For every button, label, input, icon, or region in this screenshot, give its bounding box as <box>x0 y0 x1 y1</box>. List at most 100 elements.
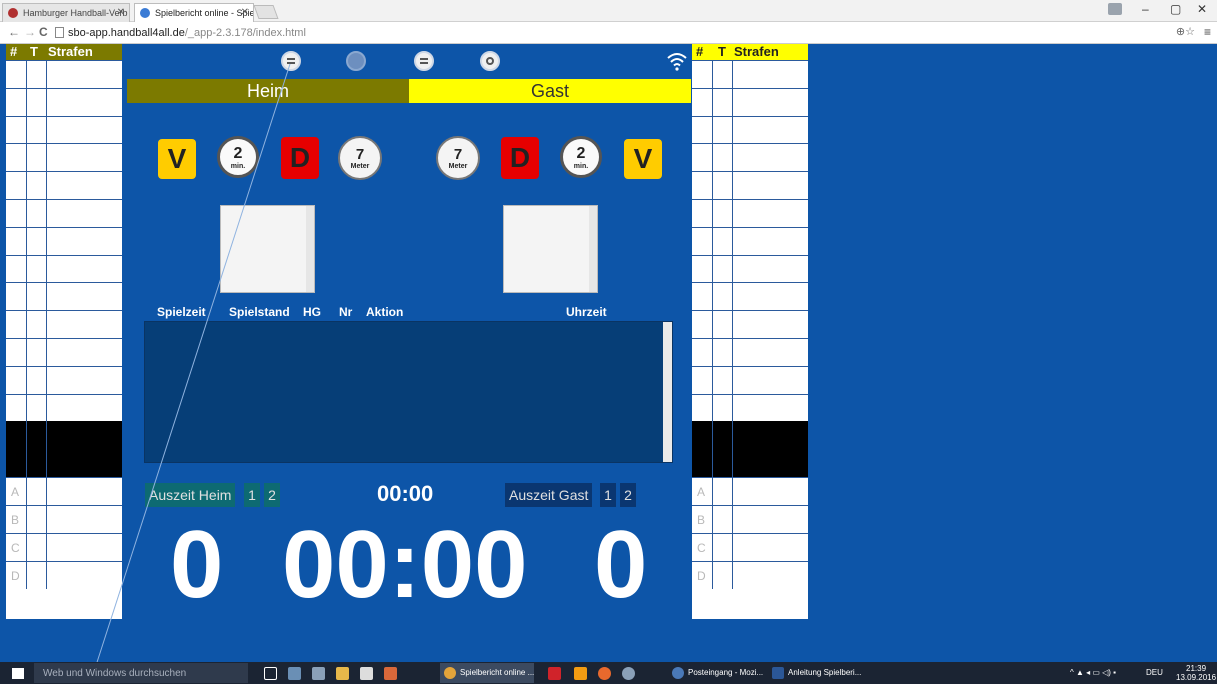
firefox-icon[interactable] <box>598 667 611 680</box>
player-row[interactable] <box>6 365 122 394</box>
vlc-icon[interactable] <box>574 667 587 680</box>
address-bar: ← → C sbo-app.handball4all.de/_app-2.3.1… <box>0 22 1217 44</box>
user-profile-icon[interactable] <box>1108 3 1122 15</box>
official-row[interactable]: C <box>6 532 122 561</box>
official-row[interactable]: A <box>692 477 808 506</box>
home-disqualification-button[interactable]: D <box>281 137 319 179</box>
official-row[interactable]: B <box>6 505 122 533</box>
minimize-button[interactable]: – <box>1142 2 1149 16</box>
store-icon[interactable] <box>360 667 373 680</box>
player-row[interactable] <box>692 198 808 227</box>
official-row[interactable]: D <box>692 560 808 589</box>
back-arrow-icon[interactable]: ← <box>8 25 20 39</box>
player-row[interactable] <box>692 171 808 199</box>
player-row[interactable] <box>6 143 122 172</box>
task-view-icon[interactable] <box>264 667 277 680</box>
player-row[interactable] <box>692 337 808 366</box>
taskbar-app-thunderbird[interactable]: Posteingang - Mozi... <box>668 663 768 683</box>
player-row[interactable] <box>6 337 122 366</box>
log-col-hg: HG <box>303 305 321 319</box>
scrollbar[interactable] <box>663 322 672 462</box>
guest-seven-meter-button[interactable]: 7 Meter <box>436 136 480 180</box>
player-row[interactable] <box>6 393 122 422</box>
app-icon[interactable] <box>384 667 397 680</box>
scrollbar[interactable] <box>306 206 314 292</box>
scrollbar[interactable] <box>589 206 597 292</box>
home-seven-meter-button[interactable]: 7 Meter <box>338 136 382 180</box>
player-row[interactable] <box>692 365 808 394</box>
official-row[interactable]: B <box>692 505 808 533</box>
taskbar-app-word[interactable]: Anleitung Spielberi... <box>768 663 868 683</box>
log-col-spielstand: Spielstand <box>229 305 290 319</box>
reload-icon[interactable]: C <box>39 25 48 39</box>
home-score: 0 <box>170 511 224 618</box>
player-row[interactable] <box>6 87 122 116</box>
home-two-minute-button[interactable]: 2 min. <box>217 136 259 178</box>
forward-arrow-icon[interactable]: → <box>24 25 36 39</box>
player-row[interactable] <box>692 393 808 422</box>
player-row[interactable] <box>6 60 122 88</box>
home-timeout-1-button[interactable]: 1 <box>244 483 260 507</box>
file-explorer-icon[interactable] <box>336 667 349 680</box>
guest-warning-button[interactable]: V <box>624 139 662 179</box>
url-field[interactable]: sbo-app.handball4all.de/_app-2.3.178/ind… <box>68 27 306 39</box>
official-letter: D <box>11 568 20 583</box>
app-icon[interactable] <box>312 667 325 680</box>
taskbar-app-chrome[interactable]: Spielbericht online ... <box>440 663 534 683</box>
player-row[interactable] <box>6 115 122 144</box>
app-icon[interactable] <box>288 667 301 680</box>
tab-hamburger-handball[interactable]: Hamburger Handball-Verb ✕ <box>2 3 130 22</box>
restore-button[interactable]: ▢ <box>1170 2 1181 16</box>
player-row[interactable] <box>692 282 808 311</box>
official-letter: C <box>11 540 20 555</box>
game-clock[interactable]: 00:00 <box>282 510 528 620</box>
windows-start-icon[interactable] <box>12 668 24 679</box>
event-log[interactable] <box>144 321 673 463</box>
home-player-list[interactable] <box>220 205 315 293</box>
guest-two-minute-button[interactable]: 2 min. <box>560 136 602 178</box>
guest-timeout-1-button[interactable]: 1 <box>600 483 616 507</box>
player-row[interactable] <box>6 226 122 255</box>
tray-icons[interactable]: ^ ▲ ◂ ▭ ◁) ▪ <box>1070 662 1116 684</box>
guest-team-bar[interactable]: Gast <box>409 79 691 103</box>
close-window-button[interactable]: ✕ <box>1197 2 1207 16</box>
guest-disqualification-button[interactable]: D <box>501 137 539 179</box>
guest-table-header: # T Strafen <box>692 44 808 60</box>
player-row[interactable] <box>6 198 122 227</box>
tab-spielbericht[interactable]: Spielbericht online - Spiel ✕ <box>134 3 254 22</box>
keypad-icon[interactable] <box>281 51 301 71</box>
player-row[interactable] <box>6 310 122 338</box>
player-row[interactable] <box>6 171 122 199</box>
player-row[interactable] <box>6 254 122 283</box>
language-indicator[interactable]: DEU <box>1146 662 1163 684</box>
official-row[interactable]: C <box>692 532 808 561</box>
player-row[interactable] <box>692 60 808 88</box>
player-row[interactable] <box>692 143 808 172</box>
home-team-bar[interactable]: Heim <box>127 79 409 103</box>
player-row[interactable] <box>692 226 808 255</box>
player-row[interactable] <box>692 115 808 144</box>
taskbar-search-input[interactable]: Web und Windows durchsuchen <box>34 663 248 683</box>
compass-icon[interactable] <box>346 51 366 71</box>
zoom-icon[interactable]: ⊕☆ <box>1176 25 1195 38</box>
player-row[interactable] <box>692 310 808 338</box>
app-icon[interactable] <box>622 667 635 680</box>
home-timeout-2-button[interactable]: 2 <box>264 483 280 507</box>
close-tab-icon[interactable]: ✕ <box>241 7 249 18</box>
guest-timeout-2-button[interactable]: 2 <box>620 483 636 507</box>
official-row[interactable]: A <box>6 477 122 506</box>
player-row[interactable] <box>6 282 122 311</box>
official-row[interactable]: D <box>6 560 122 589</box>
pdf-app-icon[interactable] <box>548 667 561 680</box>
browser-menu-icon[interactable]: ≡ <box>1204 25 1211 39</box>
close-tab-icon[interactable]: ✕ <box>117 7 125 18</box>
player-row[interactable] <box>692 87 808 116</box>
guest-player-list[interactable] <box>503 205 598 293</box>
list-icon[interactable] <box>414 51 434 71</box>
home-warning-button[interactable]: V <box>158 139 196 179</box>
player-row[interactable] <box>692 254 808 283</box>
windows-taskbar: Web und Windows durchsuchen Spielbericht… <box>0 662 1217 684</box>
new-tab-button[interactable] <box>253 5 279 19</box>
taskbar-clock[interactable]: 21:39 13.09.2016 <box>1176 664 1216 682</box>
settings-icon[interactable] <box>480 51 500 71</box>
